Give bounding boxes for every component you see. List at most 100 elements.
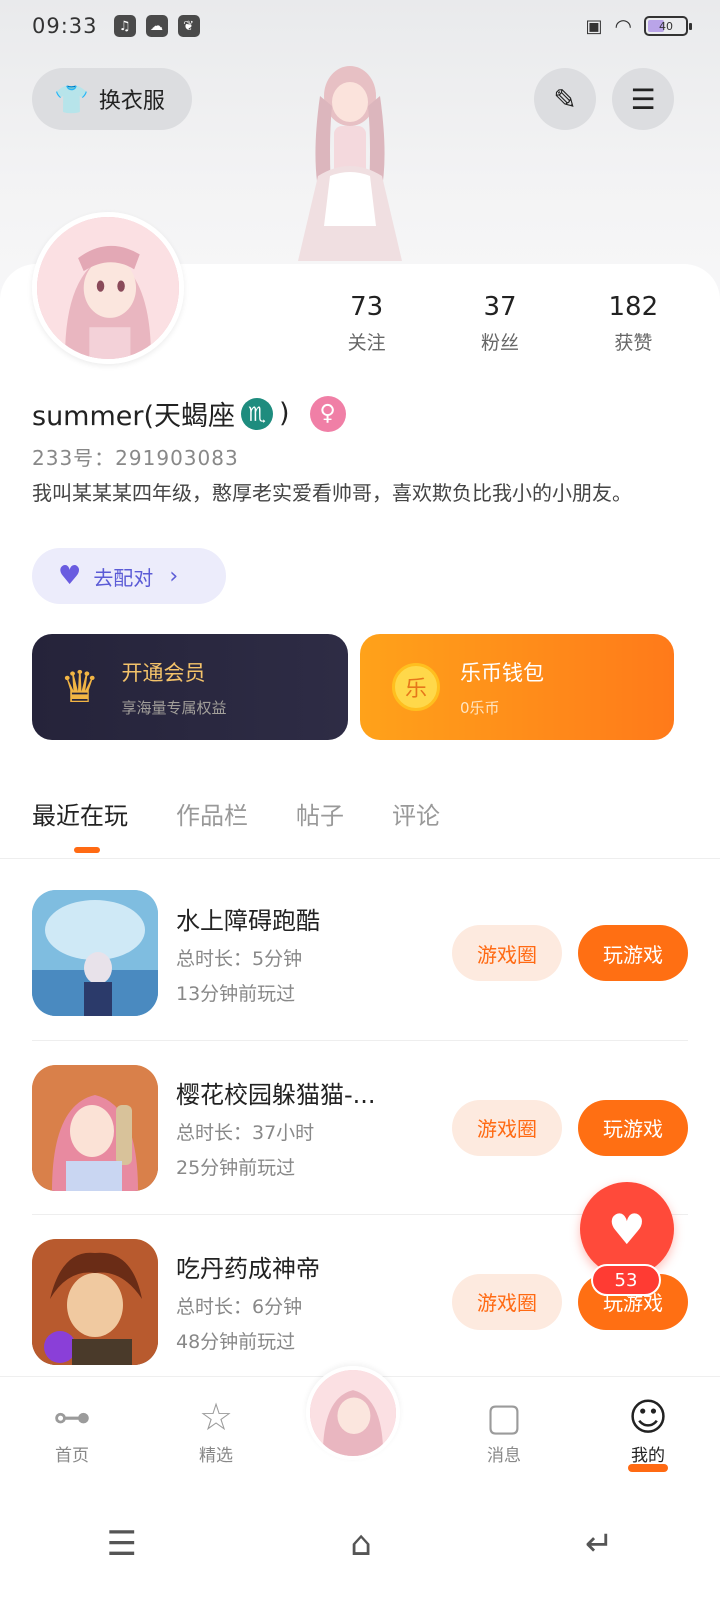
sim-icon: ▣: [585, 15, 603, 37]
game-info: 樱花校园躲猫猫-... 总时长：37小时 25分钟前玩过: [176, 1075, 452, 1180]
stat-likes-label: 获赞: [614, 332, 653, 354]
edit-profile-button[interactable]: ✎: [534, 68, 596, 130]
leaf-icon: ❦: [177, 15, 200, 37]
game-circle-button[interactable]: 游戏圈: [452, 925, 562, 981]
game-circle-button[interactable]: 游戏圈: [452, 1273, 562, 1330]
user-avatar[interactable]: [32, 212, 184, 364]
nav-label: 我的: [631, 1446, 665, 1466]
status-notification-icons: ♫ ☁ ❦: [113, 15, 200, 37]
nav-messages[interactable]: ▢ 消息: [432, 1377, 576, 1488]
game-last-played: 48分钟前玩过: [176, 1331, 296, 1353]
crown-icon: ♛: [60, 661, 100, 713]
user-id: 233号：291903083: [32, 446, 239, 470]
game-circle-button[interactable]: 游戏圈: [452, 1099, 562, 1156]
cloud-icon: ☁: [145, 15, 168, 37]
nav-active-indicator: [628, 1464, 668, 1472]
vip-membership-card[interactable]: ♛ 开通会员 享海量专属权益: [32, 634, 348, 740]
recent-apps-icon[interactable]: ☰: [107, 1524, 137, 1564]
tab-active-indicator: [74, 847, 100, 853]
system-nav-bar: ☰ ⌂ ↵: [0, 1488, 720, 1600]
tabs-divider: [0, 858, 720, 859]
nav-me[interactable]: ☺ 我的: [576, 1377, 720, 1488]
username: summer(天蝎座 ♏ ) ♀: [32, 394, 346, 433]
tab-comments[interactable]: 评论: [392, 796, 440, 853]
status-bar: 09:33 ♫ ☁ ❦ ▣ ◠ 40: [0, 0, 720, 52]
smile-icon: ☺: [628, 1395, 668, 1439]
game-thumbnail[interactable]: [32, 890, 158, 1016]
game-duration: 总时长：6分钟: [176, 1296, 303, 1318]
tab-works[interactable]: 作品栏: [176, 796, 248, 853]
like-fab-button[interactable]: ♥: [580, 1182, 674, 1276]
tab-posts[interactable]: 帖子: [296, 796, 344, 853]
game-thumbnail[interactable]: [32, 1064, 158, 1191]
match-label: 去配对: [93, 565, 154, 590]
battery-icon: 40: [644, 16, 692, 36]
chevron-right-icon: ›: [169, 563, 179, 589]
stat-likes[interactable]: 182 获赞: [567, 292, 700, 355]
battery-level: 40: [659, 19, 673, 33]
stat-following-label: 关注: [347, 332, 386, 354]
status-right: ▣ ◠ 40: [585, 14, 692, 38]
dressup-button[interactable]: 👕 换衣服: [32, 68, 192, 130]
stat-followers-value: 37: [483, 292, 517, 322]
profile-stats: 73 关注 37 粉丝 182 获赞: [300, 292, 700, 355]
stat-following-value: 73: [350, 292, 384, 322]
star-icon: ☆: [198, 1395, 234, 1439]
shirt-icon: 👕: [54, 82, 89, 116]
match-button[interactable]: ♥ 去配对 ›: [32, 548, 226, 604]
game-row[interactable]: 樱花校园躲猫猫-... 总时长：37小时 25分钟前玩过 游戏圈 玩游戏: [32, 1040, 688, 1214]
profile-tabs: 最近在玩 作品栏 帖子 评论: [32, 796, 440, 853]
vip-subtitle: 享海量专属权益: [121, 698, 227, 717]
female-icon: ♀: [309, 395, 346, 432]
game-title: 水上障碍跑酷: [176, 906, 320, 935]
tab-recently-played[interactable]: 最近在玩: [32, 796, 128, 853]
back-icon[interactable]: ↵: [585, 1524, 614, 1564]
game-last-played: 25分钟前玩过: [176, 1157, 296, 1179]
dressup-label: 换衣服: [98, 89, 165, 114]
nav-label: 精选: [199, 1446, 233, 1466]
tab-label: 帖子: [296, 802, 344, 830]
chat-icon: ▢: [486, 1395, 522, 1439]
avatar-character-figure[interactable]: [280, 56, 420, 266]
stat-followers-label: 粉丝: [480, 332, 519, 354]
home-icon[interactable]: ⌂: [350, 1524, 372, 1564]
game-info: 吃丹药成神帝 总时长：6分钟 48分钟前玩过: [176, 1249, 452, 1354]
wallet-card[interactable]: 乐 乐币钱包 0乐币: [360, 634, 674, 740]
game-row[interactable]: 水上障碍跑酷 总时长：5分钟 13分钟前玩过 游戏圈 玩游戏: [32, 866, 688, 1040]
game-duration: 总时长：5分钟: [176, 947, 303, 970]
wallet-title: 乐币钱包: [460, 660, 544, 685]
vip-title: 开通会员: [121, 660, 206, 685]
play-game-button[interactable]: 玩游戏: [578, 1099, 688, 1156]
user-bio: 我叫某某某四年级，憨厚老实爱看帅哥，喜欢欺负比我小的小朋友。: [32, 481, 632, 505]
pen-icon: ✎: [553, 82, 577, 116]
hamburger-icon: ☰: [630, 82, 656, 116]
play-game-button[interactable]: 玩游戏: [578, 925, 688, 981]
nav-center-avatar[interactable]: [306, 1366, 400, 1460]
username-text: summer(天蝎座: [32, 401, 236, 432]
username-suffix: ): [279, 398, 290, 429]
game-last-played: 13分钟前玩过: [176, 982, 296, 1005]
heart-icon: ♥: [608, 1204, 646, 1254]
tab-label: 评论: [392, 802, 440, 830]
menu-button[interactable]: ☰: [612, 68, 674, 130]
tab-label: 最近在玩: [32, 802, 128, 830]
heart-icon: ♥: [58, 561, 82, 591]
game-info: 水上障碍跑酷 总时长：5分钟 13分钟前玩过: [176, 901, 452, 1006]
stat-followers[interactable]: 37 粉丝: [433, 292, 566, 355]
nav-label: 消息: [487, 1446, 521, 1466]
game-thumbnail[interactable]: [32, 1238, 158, 1365]
vip-text: 开通会员 享海量专属权益: [121, 657, 226, 718]
wifi-icon: ◠: [614, 14, 632, 38]
nav-featured[interactable]: ☆ 精选: [144, 1377, 288, 1488]
nav-home[interactable]: ⊶ 首页: [0, 1377, 144, 1488]
wallet-text: 乐币钱包 0乐币: [460, 657, 544, 718]
music-icon: ♫: [113, 15, 136, 37]
game-title: 吃丹药成神帝: [176, 1255, 320, 1283]
like-count-badge: 53: [591, 1264, 661, 1296]
stat-following[interactable]: 73 关注: [300, 292, 433, 355]
stat-likes-value: 182: [608, 292, 659, 322]
game-duration: 总时长：37小时: [176, 1122, 315, 1144]
wallet-balance: 0乐币: [460, 698, 500, 717]
game-title: 樱花校园躲猫猫-...: [176, 1081, 376, 1109]
tab-label: 作品栏: [176, 802, 248, 830]
